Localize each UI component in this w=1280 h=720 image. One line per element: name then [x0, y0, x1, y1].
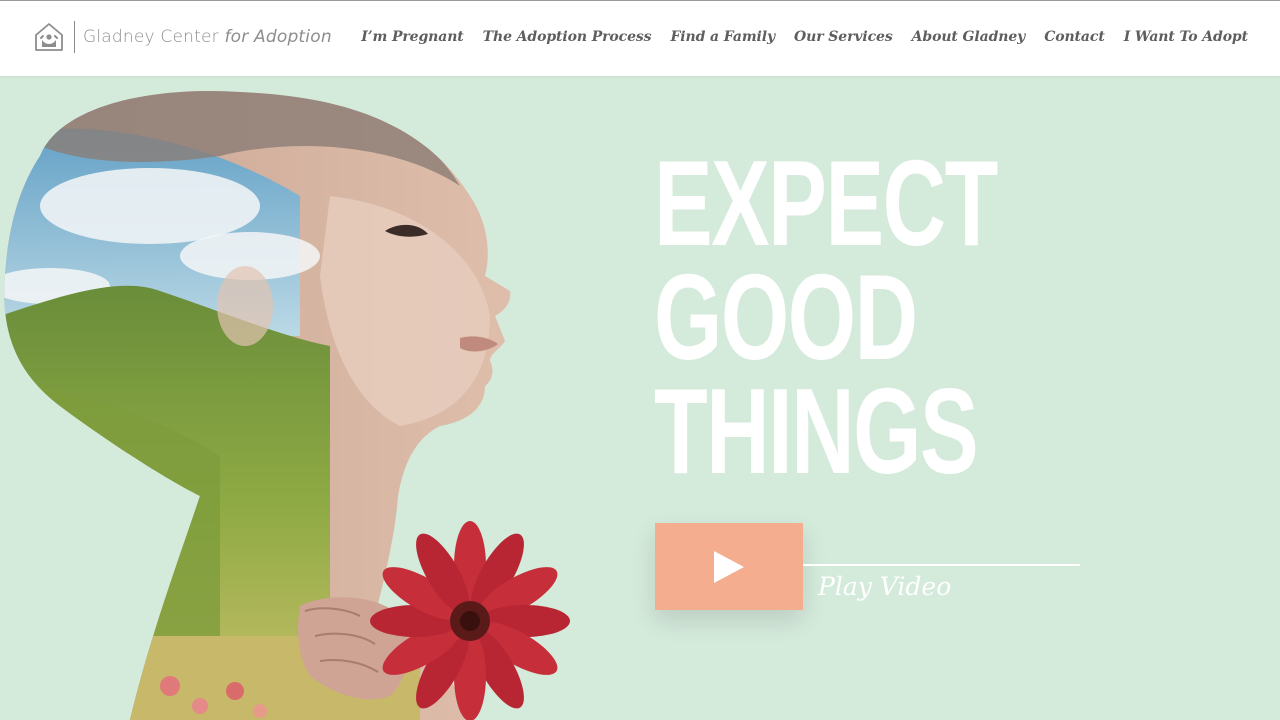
play-icon	[714, 550, 744, 583]
headline-line-1: EXPECT	[654, 135, 998, 271]
play-video-label[interactable]: Play Video	[818, 572, 951, 601]
headline-line-2: GOOD	[654, 249, 918, 385]
headline-line-3: THINGS	[654, 363, 979, 499]
nav-about-gladney[interactable]: About Gladney	[912, 29, 1026, 45]
logo-divider	[74, 21, 75, 53]
nav-find-a-family[interactable]: Find a Family	[670, 29, 775, 45]
logo-text: Gladney Center for Adoption	[83, 27, 332, 47]
hero-section: EXPECT GOOD THINGS Play Video	[0, 76, 1280, 720]
hero-headline: EXPECT GOOD THINGS	[654, 135, 1130, 499]
nav-i-want-to-adopt[interactable]: I Want To Adopt	[1124, 29, 1248, 45]
main-navigation: I’m Pregnant The Adoption Process Find a…	[361, 29, 1248, 45]
nav-our-services[interactable]: Our Services	[794, 29, 893, 45]
hero-portrait-image	[4, 90, 570, 720]
site-logo[interactable]: Gladney Center for Adoption	[34, 19, 332, 55]
play-video-button[interactable]	[655, 523, 803, 610]
nav-contact[interactable]: Contact	[1044, 29, 1105, 45]
nav-adoption-process[interactable]: The Adoption Process	[483, 29, 652, 45]
house-with-family-icon	[35, 23, 63, 51]
site-header: Gladney Center for Adoption I’m Pregnant…	[0, 0, 1280, 76]
play-video-divider	[803, 564, 1080, 566]
nav-im-pregnant[interactable]: I’m Pregnant	[361, 29, 464, 45]
logo-name: Gladney Center	[83, 27, 219, 47]
logo-tagline: for Adoption	[224, 27, 332, 47]
